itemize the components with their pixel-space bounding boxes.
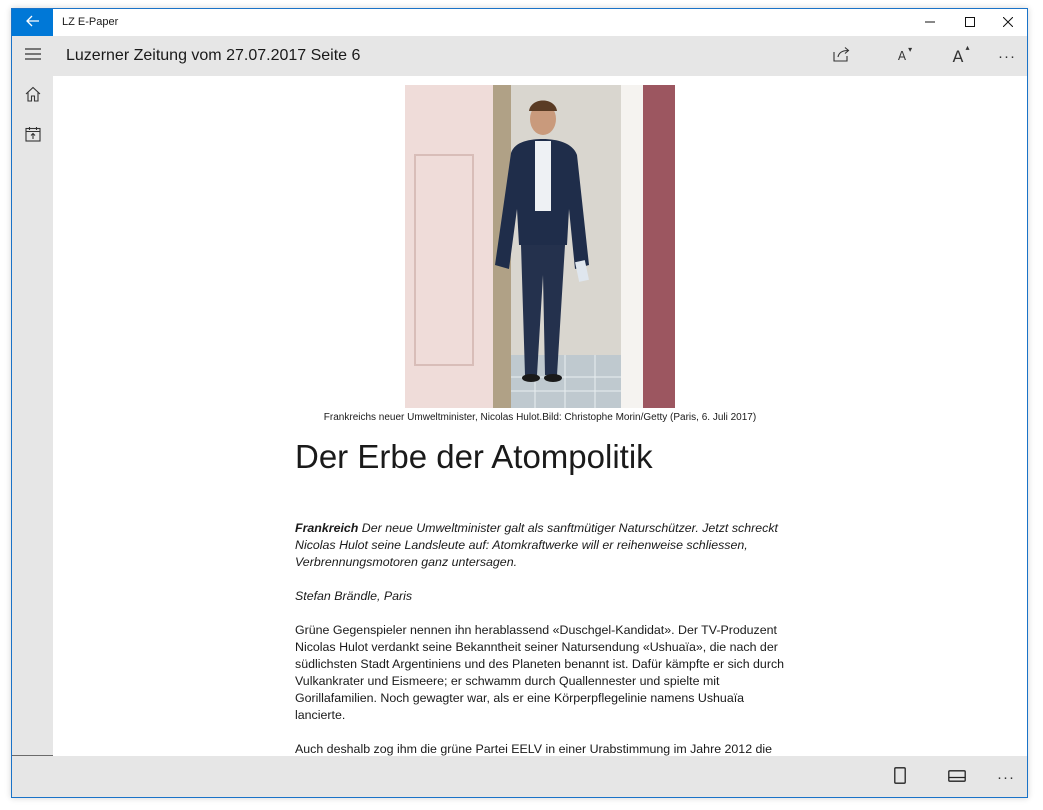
font-increase-icon: A ▴ bbox=[952, 42, 970, 66]
minimize-button[interactable] bbox=[910, 9, 950, 36]
article-lead: Frankreich Der neue Umweltminister galt … bbox=[295, 520, 795, 571]
font-decrease-label: A bbox=[897, 49, 907, 63]
maximize-button[interactable] bbox=[950, 9, 990, 36]
app-title: LZ E-Paper bbox=[62, 16, 119, 28]
double-page-view-button[interactable] bbox=[937, 756, 977, 797]
close-button[interactable] bbox=[988, 9, 1027, 36]
article-photo bbox=[405, 85, 675, 408]
font-increase-label: A bbox=[952, 46, 964, 66]
title-bar: LZ E-Paper bbox=[12, 9, 1027, 36]
article-headline: Der Erbe der Atompolitik bbox=[295, 438, 653, 475]
font-increase-button[interactable]: A ▴ bbox=[938, 36, 978, 76]
single-page-view-button[interactable] bbox=[880, 756, 920, 797]
nav-pane bbox=[12, 76, 53, 797]
lead-kicker: Frankreich bbox=[295, 521, 359, 535]
single-page-icon bbox=[894, 766, 906, 789]
menu-icon bbox=[24, 47, 41, 65]
article-body: Frankreich Der neue Umweltminister galt … bbox=[295, 520, 795, 756]
font-decrease-button[interactable]: A ▾ bbox=[882, 36, 922, 76]
app-window: LZ E-Paper Luzerner Zeitung vom 27.07.20… bbox=[11, 8, 1028, 798]
sidebar-item-home[interactable] bbox=[12, 76, 53, 116]
share-button[interactable] bbox=[822, 36, 862, 76]
article-viewer[interactable]: Frankreichs neuer Umweltminister, Nicola… bbox=[53, 76, 1027, 756]
maximize-icon bbox=[965, 14, 975, 32]
bottom-app-bar: ··· bbox=[53, 756, 1027, 797]
command-bar: Luzerner Zeitung vom 27.07.2017 Seite 6 … bbox=[12, 36, 1027, 76]
bottom-more-button[interactable]: ··· bbox=[986, 756, 1026, 797]
article-paragraph: Grüne Gegenspieler nennen ihn herablasse… bbox=[295, 623, 785, 722]
minimize-icon bbox=[925, 14, 935, 32]
page-title: Luzerner Zeitung vom 27.07.2017 Seite 6 bbox=[66, 47, 361, 64]
menu-button[interactable] bbox=[12, 36, 53, 76]
double-page-icon bbox=[948, 769, 966, 787]
photo-caption: Frankreichs neuer Umweltminister, Nicola… bbox=[323, 412, 757, 423]
sidebar-divider bbox=[12, 755, 53, 756]
back-button[interactable] bbox=[12, 9, 53, 36]
arrow-left-icon bbox=[25, 14, 40, 32]
sidebar-item-calendar[interactable] bbox=[12, 116, 53, 156]
lead-text: Der neue Umweltminister galt als sanftmü… bbox=[295, 521, 778, 569]
home-icon bbox=[25, 86, 41, 107]
calendar-icon bbox=[24, 126, 41, 147]
close-icon bbox=[1002, 14, 1014, 32]
article-paragraph: Auch deshalb zog ihm die grüne Partei EE… bbox=[295, 742, 773, 756]
font-decrease-icon: A ▾ bbox=[897, 45, 913, 63]
more-options-button[interactable]: ··· bbox=[987, 36, 1027, 76]
more-icon: ··· bbox=[998, 47, 1016, 65]
share-icon bbox=[833, 46, 851, 67]
more-icon: ··· bbox=[997, 769, 1015, 786]
article-author: Stefan Brändle, Paris bbox=[295, 589, 413, 603]
